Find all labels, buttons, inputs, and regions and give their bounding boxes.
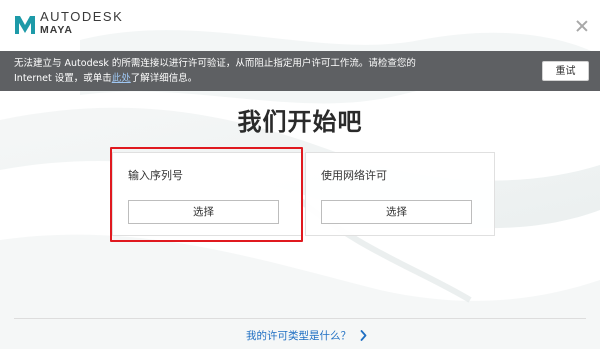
banner-message-line2-prefix: Internet 设置，或单击 <box>14 73 112 84</box>
chevron-right-icon <box>360 330 367 341</box>
banner-message-line1: 无法建立与 Autodesk 的所需连接以进行许可验证，从而阻止指定用户许可工作… <box>14 58 416 69</box>
network-license-select-button[interactable]: 选择 <box>321 200 472 224</box>
network-license-option: 使用网络许可 选择 <box>305 152 495 236</box>
close-icon[interactable] <box>576 20 588 32</box>
maya-logo-icon <box>15 16 35 34</box>
company-name: AUTODESK <box>40 9 124 24</box>
network-license-label: 使用网络许可 <box>321 169 387 182</box>
page-title: 我们开始吧 <box>237 108 363 136</box>
license-window: AUTODESK MAYA 无法建立与 Autodesk 的所需连接以进行许可验… <box>0 0 600 349</box>
banner-message-line2-suffix: 了解详细信息。 <box>130 73 198 84</box>
brand-logo: AUTODESK MAYA <box>40 10 123 36</box>
footer-divider <box>14 318 586 319</box>
highlight-annotation <box>110 147 303 242</box>
banner-details-link[interactable]: 此处 <box>112 73 131 84</box>
product-name: MAYA <box>40 24 73 36</box>
license-type-help-text: 我的许可类型是什么？ <box>246 330 351 342</box>
window-header: AUTODESK MAYA <box>0 0 600 48</box>
retry-button[interactable]: 重试 <box>542 61 589 81</box>
banner-message: 无法建立与 Autodesk 的所需连接以进行许可验证，从而阻止指定用户许可工作… <box>14 56 514 86</box>
license-type-help-link[interactable]: 我的许可类型是什么？ <box>246 328 367 343</box>
connection-warning-banner: 无法建立与 Autodesk 的所需连接以进行许可验证，从而阻止指定用户许可工作… <box>0 51 600 91</box>
